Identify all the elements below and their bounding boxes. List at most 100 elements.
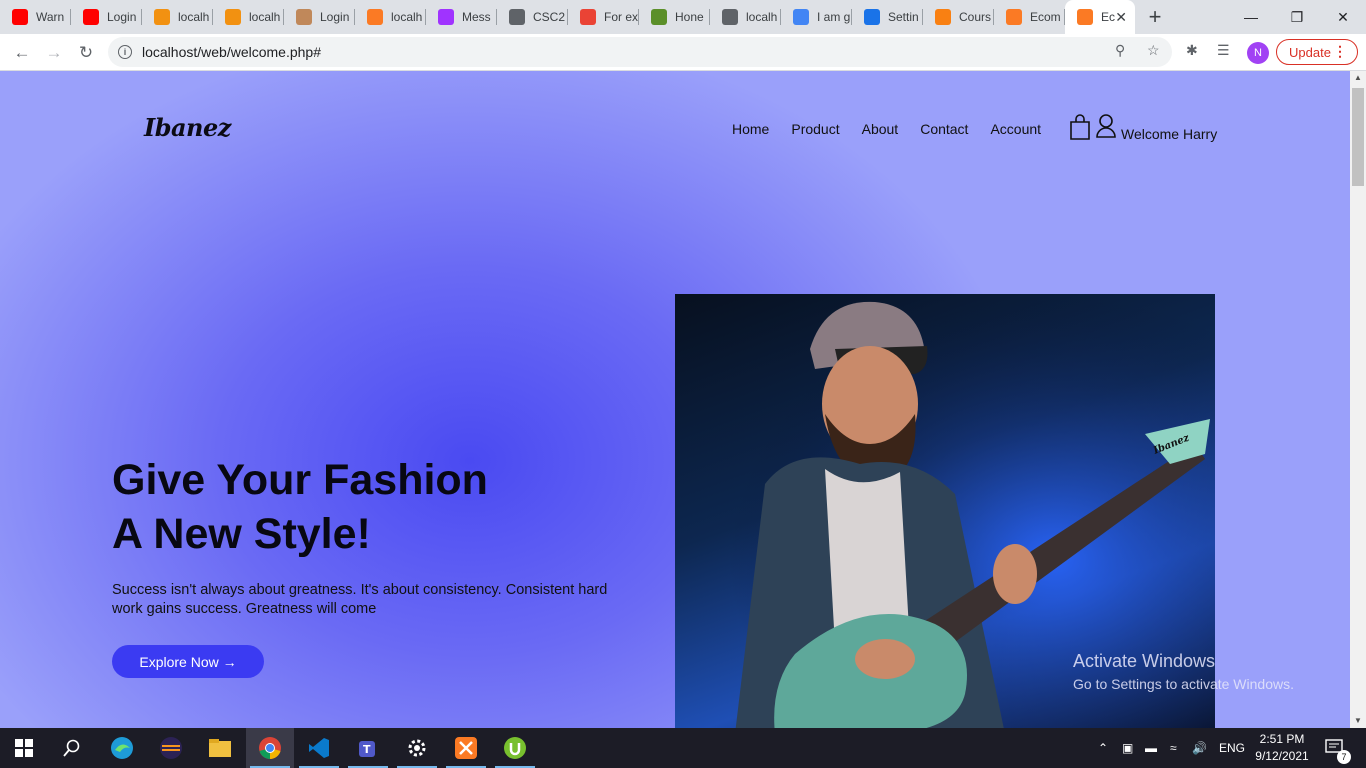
tab-title: For ex xyxy=(604,10,639,24)
reload-button[interactable]: ↻ xyxy=(72,39,100,67)
minimize-button[interactable]: — xyxy=(1228,0,1274,34)
youtube-icon xyxy=(12,9,28,25)
nav-product[interactable]: Product xyxy=(791,121,839,137)
close-window-button[interactable]: ✕ xyxy=(1320,0,1366,34)
browser-tab[interactable]: Cours xyxy=(923,0,994,34)
tab-title: I am g xyxy=(817,10,851,24)
wifi-icon[interactable]: ≈ xyxy=(1170,728,1177,768)
nav-home[interactable]: Home xyxy=(732,121,769,137)
scrollbar-thumb[interactable] xyxy=(1352,88,1364,186)
browser-tab[interactable]: localh xyxy=(213,0,284,34)
nav-contact[interactable]: Contact xyxy=(920,121,968,137)
user-icon[interactable] xyxy=(1095,113,1117,144)
close-tab-icon[interactable]: ✕ xyxy=(1115,9,1127,26)
extensions-icon[interactable]: ✱ xyxy=(1186,42,1198,59)
watermark-subtitle: Go to Settings to activate Windows. xyxy=(1073,676,1294,692)
globe-icon xyxy=(509,9,525,25)
shopping-bag-icon[interactable] xyxy=(1068,113,1092,146)
volume-icon[interactable]: 🔊 xyxy=(1192,728,1207,768)
nav-about[interactable]: About xyxy=(862,121,899,137)
notifications-icon[interactable]: 7 xyxy=(1325,728,1351,768)
page-scrollbar[interactable]: ▲ ▼ xyxy=(1350,71,1366,728)
browser-tab-active[interactable]: Ec ✕ xyxy=(1065,0,1135,34)
avatar-icon xyxy=(296,9,312,25)
browser-tab[interactable]: localh xyxy=(710,0,781,34)
moodle-icon xyxy=(935,9,951,25)
watermark-title: Activate Windows xyxy=(1073,651,1216,671)
activate-windows-watermark: Activate Windows Go to Settings to activ… xyxy=(1073,651,1294,692)
file-explorer-icon[interactable] xyxy=(196,728,244,768)
site-logo[interactable]: Ibanez xyxy=(144,113,231,142)
back-button[interactable]: ← xyxy=(8,39,36,67)
tab-title: Warn xyxy=(36,10,65,24)
teams-icon[interactable]: T xyxy=(344,728,392,768)
scroll-down-icon[interactable]: ▼ xyxy=(1354,716,1362,725)
browser-tab[interactable]: Mess xyxy=(426,0,497,34)
tab-title: localh xyxy=(249,10,281,24)
explore-now-button[interactable]: Explore Now → xyxy=(112,645,264,678)
tab-title: Login xyxy=(320,10,350,24)
windows-taskbar: T ⌃ ▣ ▬ ≈ 🔊 ENG 2:51 PM 9/12/2021 7 xyxy=(0,728,1366,768)
phpmyadmin-icon xyxy=(154,9,170,25)
browser-toolbar: ← → ↻ i localhost/web/welcome.php# ⚲ ☆ ✱… xyxy=(0,34,1366,71)
edge-icon[interactable] xyxy=(98,728,146,768)
google-icon xyxy=(793,9,809,25)
tab-title: localh xyxy=(391,10,423,24)
language-indicator[interactable]: ENG xyxy=(1219,728,1245,768)
nav-account[interactable]: Account xyxy=(990,121,1041,137)
browser-tab[interactable]: Settin xyxy=(852,0,923,34)
media-control-icon[interactable]: ☰ xyxy=(1217,42,1230,59)
tab-strip: Warn Login localh localh Login localh Mess CSC2… xyxy=(0,0,1366,34)
tab-title: Cours xyxy=(959,10,992,24)
browser-tab[interactable]: localh xyxy=(142,0,213,34)
browser-tab[interactable]: Login xyxy=(284,0,355,34)
browser-tab[interactable]: Warn xyxy=(0,0,71,34)
settings-gear-icon[interactable] xyxy=(393,728,441,768)
zoom-icon[interactable]: ⚲ xyxy=(1115,42,1125,59)
system-clock[interactable]: 2:51 PM 9/12/2021 xyxy=(1250,731,1314,765)
xampp-icon[interactable] xyxy=(442,728,490,768)
battery-icon[interactable]: ▬ xyxy=(1145,728,1157,768)
utorrent-icon[interactable] xyxy=(491,728,539,768)
messenger-icon xyxy=(438,9,454,25)
svg-text:T: T xyxy=(363,743,371,756)
browser-tab[interactable]: Login xyxy=(71,0,142,34)
start-button[interactable] xyxy=(0,728,48,768)
chrome-icon[interactable] xyxy=(246,728,294,768)
notification-count-badge: 7 xyxy=(1337,750,1351,764)
site-info-icon[interactable]: i xyxy=(118,45,132,59)
tab-title: Ec xyxy=(1101,10,1116,24)
show-hidden-icons[interactable]: ⌃ xyxy=(1098,728,1108,768)
search-icon[interactable] xyxy=(48,728,96,768)
hero-title-line2: A New Style! xyxy=(112,510,371,558)
tab-list: Warn Login localh localh Login localh Mess CSC2… xyxy=(0,0,1135,34)
browser-tab[interactable]: For ex xyxy=(568,0,639,34)
maximize-button[interactable]: ❐ xyxy=(1274,0,1320,34)
forward-button[interactable]: → xyxy=(40,39,68,67)
browser-tab[interactable]: Hone xyxy=(639,0,710,34)
tab-title: Hone xyxy=(675,10,704,24)
update-button[interactable]: Update ⋮ xyxy=(1276,39,1358,65)
webcam-icon[interactable]: ▣ xyxy=(1122,728,1133,768)
menu-dots-icon: ⋮ xyxy=(1333,43,1347,59)
vscode-icon[interactable] xyxy=(295,728,343,768)
update-label: Update xyxy=(1289,44,1331,60)
browser-tab[interactable]: Ecom xyxy=(994,0,1065,34)
address-bar[interactable]: i localhost/web/welcome.php# xyxy=(108,37,1172,67)
new-tab-button[interactable]: + xyxy=(1135,0,1175,34)
eclipse-icon[interactable] xyxy=(147,728,195,768)
bookmark-star-icon[interactable]: ☆ xyxy=(1147,42,1160,59)
bicycle-icon xyxy=(651,9,667,25)
browser-tab[interactable]: CSC2 xyxy=(497,0,568,34)
profile-avatar[interactable]: N xyxy=(1247,42,1269,64)
gmail-icon xyxy=(580,9,596,25)
hero-subtitle: Success isn't always about greatness. It… xyxy=(112,582,608,617)
clock-date: 9/12/2021 xyxy=(1255,749,1309,763)
scroll-up-icon[interactable]: ▲ xyxy=(1354,73,1362,82)
page-viewport: Ibanez Home Product About Contact Accoun… xyxy=(0,71,1350,728)
browser-tab[interactable]: I am g xyxy=(781,0,852,34)
xampp-icon xyxy=(367,9,383,25)
clock-time: 2:51 PM xyxy=(1259,732,1305,746)
browser-tab[interactable]: localh xyxy=(355,0,426,34)
tab-title: localh xyxy=(178,10,210,24)
